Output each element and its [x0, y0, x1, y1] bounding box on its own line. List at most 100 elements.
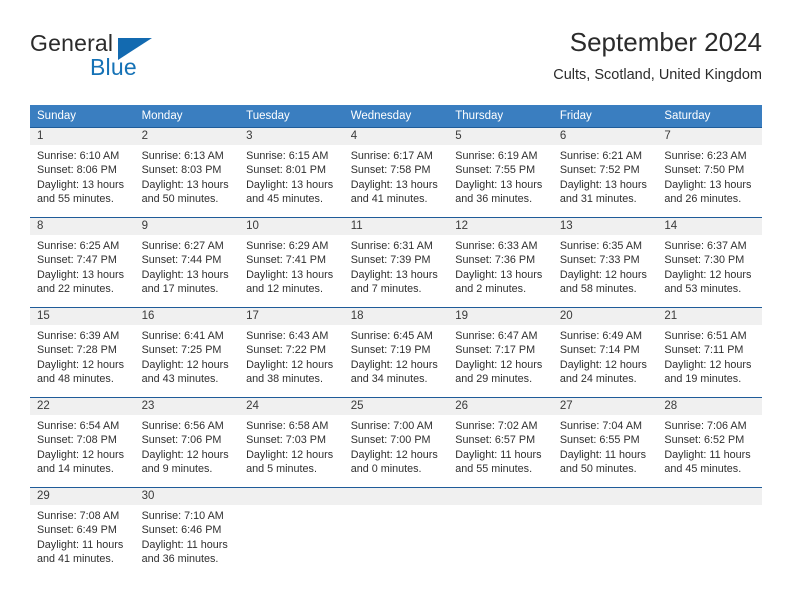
day-cell[interactable]: 13 Sunrise: 6:35 AM Sunset: 7:33 PM Dayligh… [552, 217, 658, 308]
day-cell[interactable]: 9 Sunrise: 6:27 AM Sunset: 7:44 PM Daylight… [134, 217, 240, 308]
week-row: 8 Sunrise: 6:25 AM Sunset: 7:47 PM Daylight… [30, 217, 762, 308]
day-cell[interactable]: 10 Sunrise: 6:29 AM Sunset: 7:41 PM Dayligh… [239, 217, 344, 308]
daylight-text-line1: Daylight: 12 hours [37, 448, 125, 461]
daylight-text-line1: Daylight: 13 hours [455, 178, 543, 191]
sunrise-text: Sunrise: 7:04 AM [559, 420, 643, 432]
day-cell[interactable]: 21 Sunrise: 6:51 AM Sunset: 7:11 PM Dayligh… [657, 307, 762, 398]
day-number: 26 [448, 398, 553, 415]
daylight-text-line1: Daylight: 13 hours [559, 178, 647, 191]
day-cell[interactable]: 14 Sunrise: 6:37 AM Sunset: 7:30 PM Dayligh… [657, 217, 762, 308]
daylight-text-line1: Daylight: 13 hours [664, 178, 752, 191]
daylight-text-line2: and 7 minutes. [350, 283, 422, 296]
daylight-text-line1: Daylight: 12 hours [455, 358, 543, 371]
daylight-text-line1: Daylight: 12 hours [350, 448, 438, 461]
day-cell[interactable]: 17 Sunrise: 6:43 AM Sunset: 7:22 PM Dayligh… [239, 307, 344, 398]
day-number: 21 [657, 308, 762, 325]
brand-name-blue: Blue [90, 54, 137, 80]
day-cell[interactable]: 1 Sunrise: 6:10 AM Sunset: 8:06 PM Daylight… [30, 127, 135, 218]
daylight-text-line1: Daylight: 12 hours [141, 448, 229, 461]
daylight-text-line1: Daylight: 11 hours [141, 538, 228, 551]
day-cell[interactable]: 11 Sunrise: 6:31 AM Sunset: 7:39 PM Dayligh… [343, 217, 449, 308]
day-number: 12 [448, 218, 553, 235]
sunset-text: Sunset: 7:50 PM [664, 164, 745, 177]
day-number [239, 488, 344, 505]
sunrise-text: Sunrise: 6:39 AM [37, 330, 120, 342]
weekday-header-friday: Friday [552, 105, 658, 128]
day-number: 10 [239, 218, 344, 235]
day-cell[interactable]: 27 Sunrise: 7:04 AM Sunset: 6:55 PM Dayligh… [552, 397, 658, 488]
day-cell[interactable]: 15 Sunrise: 6:39 AM Sunset: 7:28 PM Dayligh… [30, 307, 135, 398]
sunrise-text: Sunrise: 6:17 AM [350, 150, 433, 162]
sunrise-text: Sunrise: 6:49 AM [559, 330, 643, 342]
day-cell[interactable]: 25 Sunrise: 7:00 AM Sunset: 7:00 PM Dayligh… [343, 397, 449, 488]
sunset-text: Sunset: 7:17 PM [455, 344, 536, 357]
day-cell[interactable]: 24 Sunrise: 6:58 AM Sunset: 7:03 PM Dayligh… [239, 397, 344, 488]
day-cell[interactable]: 22 Sunrise: 6:54 AM Sunset: 7:08 PM Dayligh… [30, 397, 135, 488]
sunset-text: Sunset: 7:39 PM [350, 254, 431, 267]
daylight-text-line1: Daylight: 12 hours [141, 358, 229, 371]
day-details: Sunrise: 6:49 AM Sunset: 7:14 PM Daylight:… [553, 325, 658, 387]
daylight-text-line2: and 45 minutes. [664, 463, 742, 476]
daylight-text-line2: and 26 minutes. [664, 193, 742, 206]
day-number: 6 [552, 128, 658, 145]
day-number: 9 [134, 218, 240, 235]
day-cell[interactable]: 23 Sunrise: 6:56 AM Sunset: 7:06 PM Dayligh… [134, 397, 240, 488]
day-details: Sunrise: 6:51 AM Sunset: 7:11 PM Daylight:… [657, 325, 762, 387]
sunset-text: Sunset: 7:47 PM [37, 254, 117, 267]
day-details: Sunrise: 6:58 AM Sunset: 7:03 PM Daylight:… [239, 415, 344, 477]
day-details: Sunrise: 6:15 AM Sunset: 8:01 PM Daylight:… [239, 145, 344, 207]
day-cell[interactable]: 5 Sunrise: 6:19 AM Sunset: 7:55 PM Daylight… [448, 127, 553, 218]
sunset-text: Sunset: 6:49 PM [37, 524, 117, 537]
weekday-header-sunday: Sunday [30, 105, 135, 128]
sunset-text: Sunset: 7:44 PM [141, 254, 222, 267]
sunset-text: Sunset: 7:11 PM [664, 344, 744, 357]
day-cell[interactable]: 16 Sunrise: 6:41 AM Sunset: 7:25 PM Dayligh… [134, 307, 240, 398]
day-details: Sunrise: 6:31 AM Sunset: 7:39 PM Daylight:… [344, 235, 449, 297]
sunrise-text: Sunrise: 6:35 AM [559, 240, 643, 252]
week-row: 1 Sunrise: 6:10 AM Sunset: 8:06 PM Daylight… [30, 127, 762, 218]
page-title: September 2024 [569, 27, 762, 57]
sunrise-text: Sunrise: 6:10 AM [37, 150, 120, 162]
day-number [343, 488, 449, 505]
day-cell[interactable]: 28 Sunrise: 7:06 AM Sunset: 6:52 PM Dayligh… [657, 397, 762, 488]
sunrise-text: Sunrise: 6:23 AM [664, 150, 747, 162]
sunset-text: Sunset: 7:08 PM [37, 434, 117, 447]
daylight-text-line2: and 24 minutes. [559, 373, 637, 386]
week-row: 22 Sunrise: 6:54 AM Sunset: 7:08 PM Dayligh… [30, 397, 762, 488]
daylight-text-line2: and 17 minutes. [141, 283, 219, 296]
day-cell[interactable]: 8 Sunrise: 6:25 AM Sunset: 7:47 PM Daylight… [30, 217, 135, 308]
daylight-text-line1: Daylight: 11 hours [664, 448, 751, 461]
day-cell[interactable]: 4 Sunrise: 6:17 AM Sunset: 7:58 PM Daylight… [343, 127, 449, 218]
day-cell[interactable]: 7 Sunrise: 6:23 AM Sunset: 7:50 PM Daylight… [657, 127, 762, 218]
sunset-text: Sunset: 6:57 PM [455, 434, 536, 447]
day-cell[interactable]: 30 Sunrise: 7:10 AM Sunset: 6:46 PM Dayligh… [134, 487, 240, 576]
daylight-text-line1: Daylight: 12 hours [37, 358, 125, 371]
day-cell[interactable]: 2 Sunrise: 6:13 AM Sunset: 8:03 PM Daylight… [134, 127, 240, 218]
day-details: Sunrise: 7:06 AM Sunset: 6:52 PM Daylight:… [657, 415, 762, 477]
sunset-text: Sunset: 7:30 PM [664, 254, 745, 267]
brand-logo[interactable]: General Blue [30, 30, 250, 86]
sunset-text: Sunset: 7:55 PM [455, 164, 536, 177]
day-cell[interactable]: 19 Sunrise: 6:47 AM Sunset: 7:17 PM Dayligh… [448, 307, 553, 398]
day-details: Sunrise: 7:00 AM Sunset: 7:00 PM Daylight:… [344, 415, 449, 477]
day-cell[interactable]: 6 Sunrise: 6:21 AM Sunset: 7:52 PM Daylight… [552, 127, 658, 218]
day-cell[interactable]: 26 Sunrise: 7:02 AM Sunset: 6:57 PM Dayligh… [448, 397, 553, 488]
day-cell[interactable]: 20 Sunrise: 6:49 AM Sunset: 7:14 PM Dayligh… [552, 307, 658, 398]
daylight-text-line2: and 9 minutes. [141, 463, 213, 476]
page-header: General Blue September 2024 Cults, Scotl… [30, 26, 762, 98]
daylight-text-line2: and 14 minutes. [37, 463, 114, 476]
daylight-text-line2: and 22 minutes. [37, 283, 114, 296]
day-number: 3 [239, 128, 344, 145]
sunrise-text: Sunrise: 6:15 AM [246, 150, 329, 162]
daylight-text-line2: and 50 minutes. [559, 463, 637, 476]
daylight-text-line2: and 12 minutes. [246, 283, 323, 296]
day-cell[interactable]: 3 Sunrise: 6:15 AM Sunset: 8:01 PM Daylight… [239, 127, 344, 218]
sunrise-text: Sunrise: 6:45 AM [350, 330, 433, 342]
daylight-text-line1: Daylight: 12 hours [246, 358, 334, 371]
daylight-text-line2: and 58 minutes. [559, 283, 637, 296]
sunset-text: Sunset: 7:52 PM [559, 164, 640, 177]
day-cell[interactable]: 12 Sunrise: 6:33 AM Sunset: 7:36 PM Dayligh… [448, 217, 553, 308]
day-cell[interactable]: 18 Sunrise: 6:45 AM Sunset: 7:19 PM Dayligh… [343, 307, 449, 398]
day-cell[interactable]: 29 Sunrise: 7:08 AM Sunset: 6:49 PM Dayligh… [30, 487, 135, 576]
sunrise-text: Sunrise: 6:29 AM [246, 240, 329, 252]
